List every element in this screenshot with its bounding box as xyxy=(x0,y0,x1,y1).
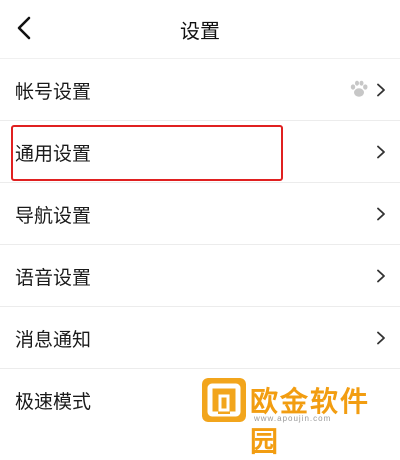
brand-logo-icon xyxy=(202,378,246,422)
settings-item-notifications[interactable]: 消息通知 xyxy=(0,306,400,368)
top-bar: 设置 xyxy=(0,0,400,58)
chevron-right-icon xyxy=(377,269,385,283)
settings-item-account[interactable]: 帐号设置 xyxy=(0,58,400,120)
chevron-right-icon xyxy=(377,207,385,221)
settings-item-label: 导航设置 xyxy=(15,205,92,227)
page-title: 设置 xyxy=(180,19,220,43)
chevron-right-icon xyxy=(377,331,385,345)
settings-item-general[interactable]: 通用设置 xyxy=(0,120,400,182)
settings-item-voice[interactable]: 语音设置 xyxy=(0,244,400,306)
chevron-right-icon xyxy=(377,83,385,97)
chevron-right-icon xyxy=(377,145,385,159)
settings-item-label: 帐号设置 xyxy=(15,81,92,103)
settings-item-label: 极速模式 xyxy=(15,391,92,413)
settings-list: 帐号设置 通用设置 导航设置 语音设置 消息通知 极速模式 xyxy=(0,58,400,430)
settings-item-label: 消息通知 xyxy=(15,329,92,351)
settings-item-label: 语音设置 xyxy=(15,267,92,289)
settings-item-label: 通用设置 xyxy=(15,143,92,165)
paw-icon xyxy=(350,80,368,97)
settings-item-navigation[interactable]: 导航设置 xyxy=(0,182,400,244)
watermark-url: www.apoujin.com xyxy=(254,414,332,423)
watermark: 欧金软件园 www.apoujin.com xyxy=(202,378,398,458)
